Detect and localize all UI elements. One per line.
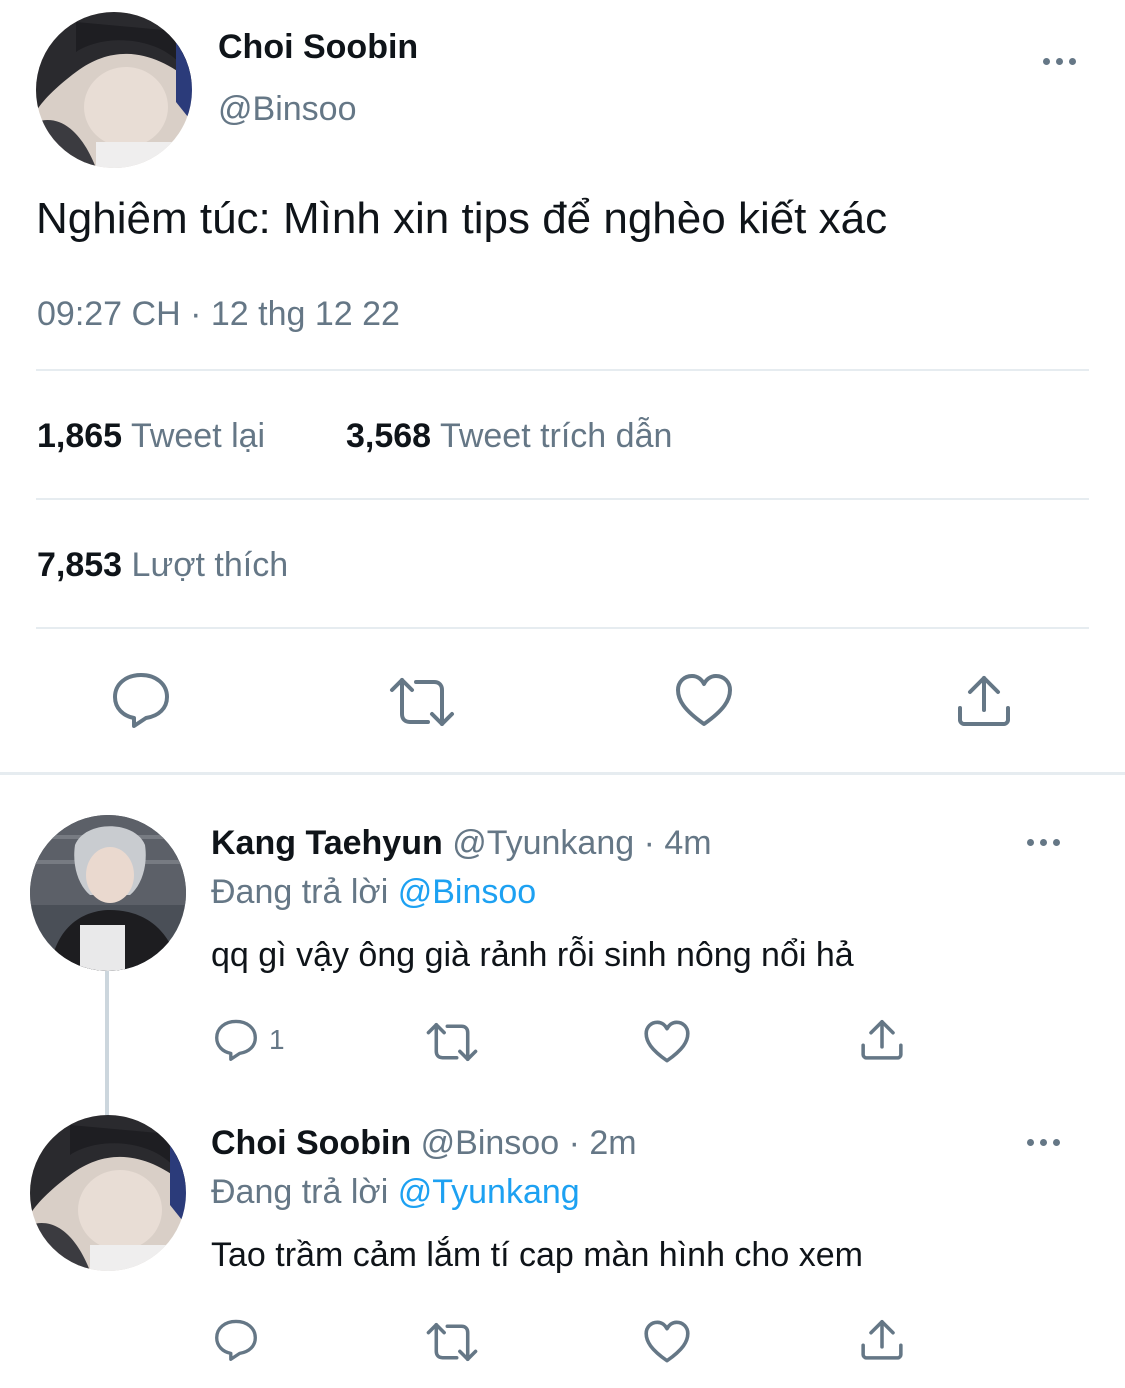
like-button[interactable] — [643, 1319, 691, 1364]
retweet-arrows-icon — [390, 678, 454, 726]
heart-icon — [676, 674, 732, 726]
heart-icon — [644, 1320, 690, 1363]
retweets-label: Tweet lại — [130, 417, 266, 455]
replying-to-link[interactable]: @Tyunkang — [398, 1173, 580, 1211]
reply-button[interactable]: 1 — [213, 1017, 285, 1063]
speech-bubble-icon — [215, 1019, 257, 1061]
quote-stats[interactable]: 3,568 Tweet trích dẫn — [346, 417, 672, 456]
retweet-button[interactable] — [388, 674, 456, 730]
reply-text: Tao trầm cảm lắm tí cap màn hình cho xem — [211, 1236, 863, 1274]
share-button[interactable] — [956, 672, 1012, 728]
like-button[interactable] — [674, 672, 734, 728]
replying-prefix: Đang trả lời — [211, 873, 389, 911]
share-button[interactable] — [860, 1017, 904, 1061]
reply-display-name[interactable]: Choi Soobin — [211, 1124, 411, 1162]
share-upload-icon — [861, 1319, 903, 1360]
speech-bubble-icon — [113, 673, 169, 728]
main-tweet-avatar[interactable] — [36, 12, 192, 168]
divider — [36, 369, 1089, 371]
reply-handle[interactable]: @Binsoo — [421, 1124, 559, 1162]
main-tweet-timestamp[interactable]: 09:27 CH · 12 thg 12 22 — [37, 295, 400, 334]
more-dots-icon[interactable] — [1043, 58, 1076, 65]
share-button[interactable] — [860, 1317, 904, 1361]
retweet-button[interactable] — [425, 1320, 479, 1364]
reply-button[interactable] — [110, 670, 172, 730]
reply-button[interactable] — [213, 1317, 259, 1363]
main-tweet-text: Nghiêm túc: Mình xin tips để nghèo kiết … — [36, 194, 888, 243]
quotes-label: Tweet trích dẫn — [439, 417, 673, 455]
replying-to: Đang trả lời @Binsoo — [211, 873, 536, 912]
reply-avatar[interactable] — [30, 815, 186, 971]
more-dots-icon[interactable] — [1027, 839, 1060, 846]
replying-to-link[interactable]: @Binsoo — [398, 873, 536, 911]
like-stats[interactable]: 7,853 Lượt thích — [37, 546, 288, 585]
replying-to: Đang trả lời @Tyunkang — [211, 1173, 580, 1212]
section-separator — [0, 772, 1125, 775]
likes-count: 7,853 — [37, 546, 123, 584]
reply-handle[interactable]: @Tyunkang — [452, 824, 634, 862]
reply-display-name[interactable]: Kang Taehyun — [211, 824, 443, 862]
retweet-stats[interactable]: 1,865 Tweet lại — [37, 417, 265, 456]
replying-prefix: Đang trả lời — [211, 1173, 389, 1211]
reply-avatar[interactable] — [30, 1115, 186, 1271]
share-upload-icon — [861, 1019, 903, 1060]
retweet-arrows-icon — [426, 1022, 478, 1062]
more-dots-icon[interactable] — [1027, 1139, 1060, 1146]
retweet-button[interactable] — [425, 1020, 479, 1064]
reply-text: qq gì vậy ông già rảnh rỗi sinh nông nổi… — [211, 936, 854, 974]
reply-header: Choi Soobin @Binsoo · 2m — [211, 1124, 637, 1163]
retweets-count: 1,865 — [37, 417, 123, 455]
share-upload-icon — [958, 676, 1010, 726]
quotes-count: 3,568 — [346, 417, 432, 455]
reply-time[interactable]: · 4m — [644, 824, 712, 862]
thread-line — [105, 970, 109, 1115]
likes-label: Lượt thích — [131, 546, 289, 584]
divider — [36, 627, 1089, 629]
reply-header: Kang Taehyun @Tyunkang · 4m — [211, 824, 712, 863]
speech-bubble-icon — [215, 1319, 257, 1361]
reply-time[interactable]: · 2m — [569, 1124, 637, 1162]
retweet-arrows-icon — [426, 1322, 478, 1362]
main-tweet-display-name[interactable]: Choi Soobin — [218, 28, 418, 67]
main-tweet-handle[interactable]: @Binsoo — [218, 90, 356, 129]
divider — [36, 498, 1089, 500]
heart-icon — [644, 1020, 690, 1063]
reply-count: 1 — [269, 1024, 285, 1055]
like-button[interactable] — [643, 1019, 691, 1064]
